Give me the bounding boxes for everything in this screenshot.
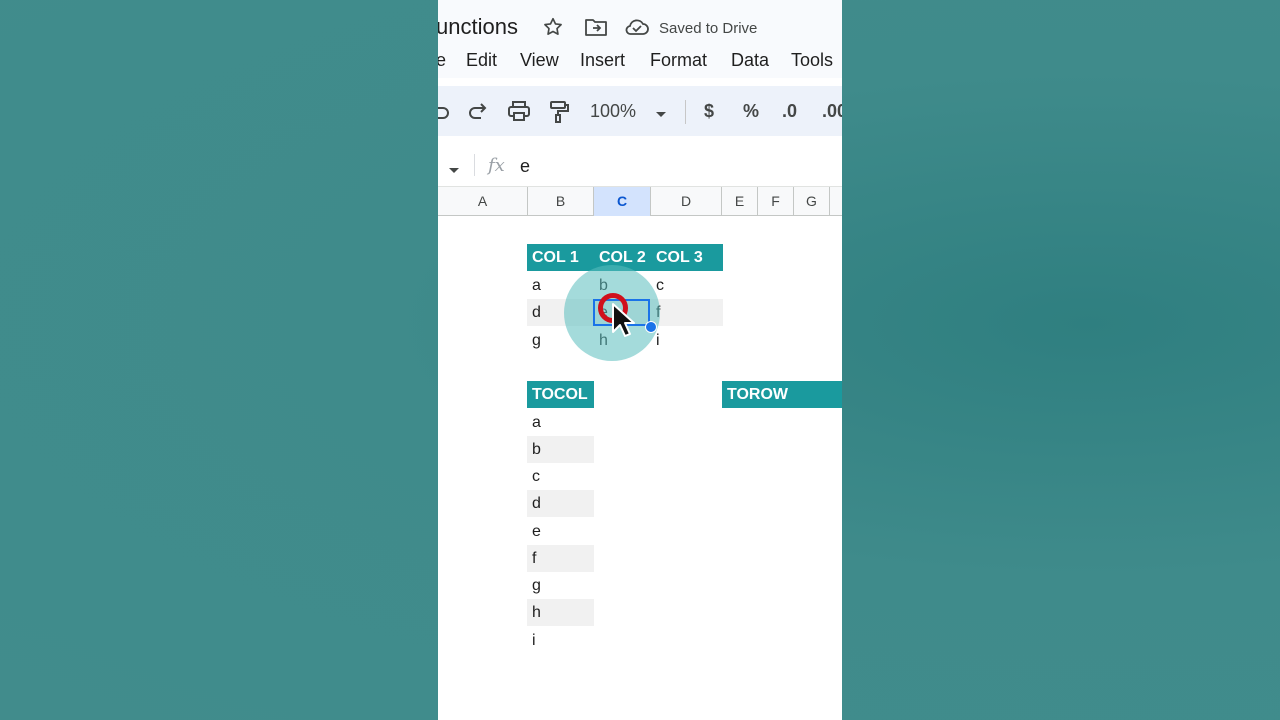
tocol-cell[interactable]: e: [527, 518, 594, 545]
redo-icon[interactable]: [468, 100, 488, 127]
mouse-pointer-icon: [611, 302, 635, 343]
column-header-e[interactable]: E: [722, 187, 758, 216]
fx-icon: fx: [488, 155, 505, 176]
table-cell[interactable]: c: [651, 272, 723, 299]
tocol-cell[interactable]: b: [527, 436, 594, 463]
menu-edit[interactable]: Edit: [466, 50, 497, 71]
column-header-c[interactable]: C: [594, 187, 651, 216]
tocol-header[interactable]: TOCOL: [527, 381, 594, 408]
formula-bar: fx e: [438, 148, 842, 184]
toolbar: 100% $ % .0 .00: [438, 86, 842, 136]
column-header-d[interactable]: D: [651, 187, 722, 216]
column-header-g[interactable]: G: [794, 187, 830, 216]
table-header-col1[interactable]: COL 1: [527, 244, 594, 271]
document-title[interactable]: unctions: [438, 14, 518, 40]
percent-button[interactable]: %: [743, 101, 759, 122]
tocol-cell[interactable]: h: [527, 599, 594, 626]
menu-bar: e Edit View Insert Format Data Tools: [438, 44, 842, 78]
tocol-cell[interactable]: f: [527, 545, 594, 572]
menu-data[interactable]: Data: [731, 50, 769, 71]
column-header-b[interactable]: B: [528, 187, 594, 216]
formula-divider: [474, 154, 475, 176]
torow-header[interactable]: TOROW: [722, 381, 842, 408]
column-header-a[interactable]: A: [438, 187, 528, 216]
zoom-select[interactable]: 100%: [590, 101, 636, 122]
formula-input[interactable]: e: [520, 156, 530, 177]
saved-status: Saved to Drive: [659, 20, 758, 37]
fill-handle[interactable]: [645, 321, 657, 333]
cloud-saved-icon[interactable]: [624, 16, 650, 43]
tocol-cell[interactable]: a: [527, 409, 594, 436]
toolbar-divider: [685, 100, 686, 124]
spreadsheet-window: unctions Saved to Drive e Edit View Inse…: [438, 0, 842, 720]
menu-file[interactable]: e: [438, 50, 446, 71]
tocol-cell[interactable]: c: [527, 463, 594, 490]
currency-button[interactable]: $: [704, 101, 714, 122]
paint-format-icon[interactable]: [548, 100, 570, 129]
star-icon[interactable]: [542, 16, 564, 43]
chevron-down-icon[interactable]: [655, 106, 667, 124]
table-header-col3[interactable]: COL 3: [651, 244, 723, 271]
column-header-f[interactable]: F: [758, 187, 794, 216]
menu-insert[interactable]: Insert: [580, 50, 625, 71]
tocol-cell[interactable]: i: [527, 627, 594, 654]
title-bar: unctions Saved to Drive: [438, 0, 842, 44]
menu-tools[interactable]: Tools: [791, 50, 833, 71]
tocol-cell[interactable]: g: [527, 572, 594, 599]
column-headers: A B C D E F G: [438, 186, 842, 216]
tocol-cell[interactable]: d: [527, 490, 594, 517]
increase-decimal-button[interactable]: .00: [822, 101, 842, 122]
menu-view[interactable]: View: [520, 50, 559, 71]
table-cell[interactable]: f: [651, 299, 723, 326]
name-box-chevron-icon[interactable]: [448, 162, 460, 180]
menu-format[interactable]: Format: [650, 50, 707, 71]
move-to-folder-icon[interactable]: [584, 16, 608, 43]
undo-icon[interactable]: [438, 100, 450, 127]
decrease-decimal-button[interactable]: .0: [782, 101, 797, 122]
table-cell[interactable]: i: [651, 327, 723, 354]
print-icon[interactable]: [507, 100, 531, 127]
